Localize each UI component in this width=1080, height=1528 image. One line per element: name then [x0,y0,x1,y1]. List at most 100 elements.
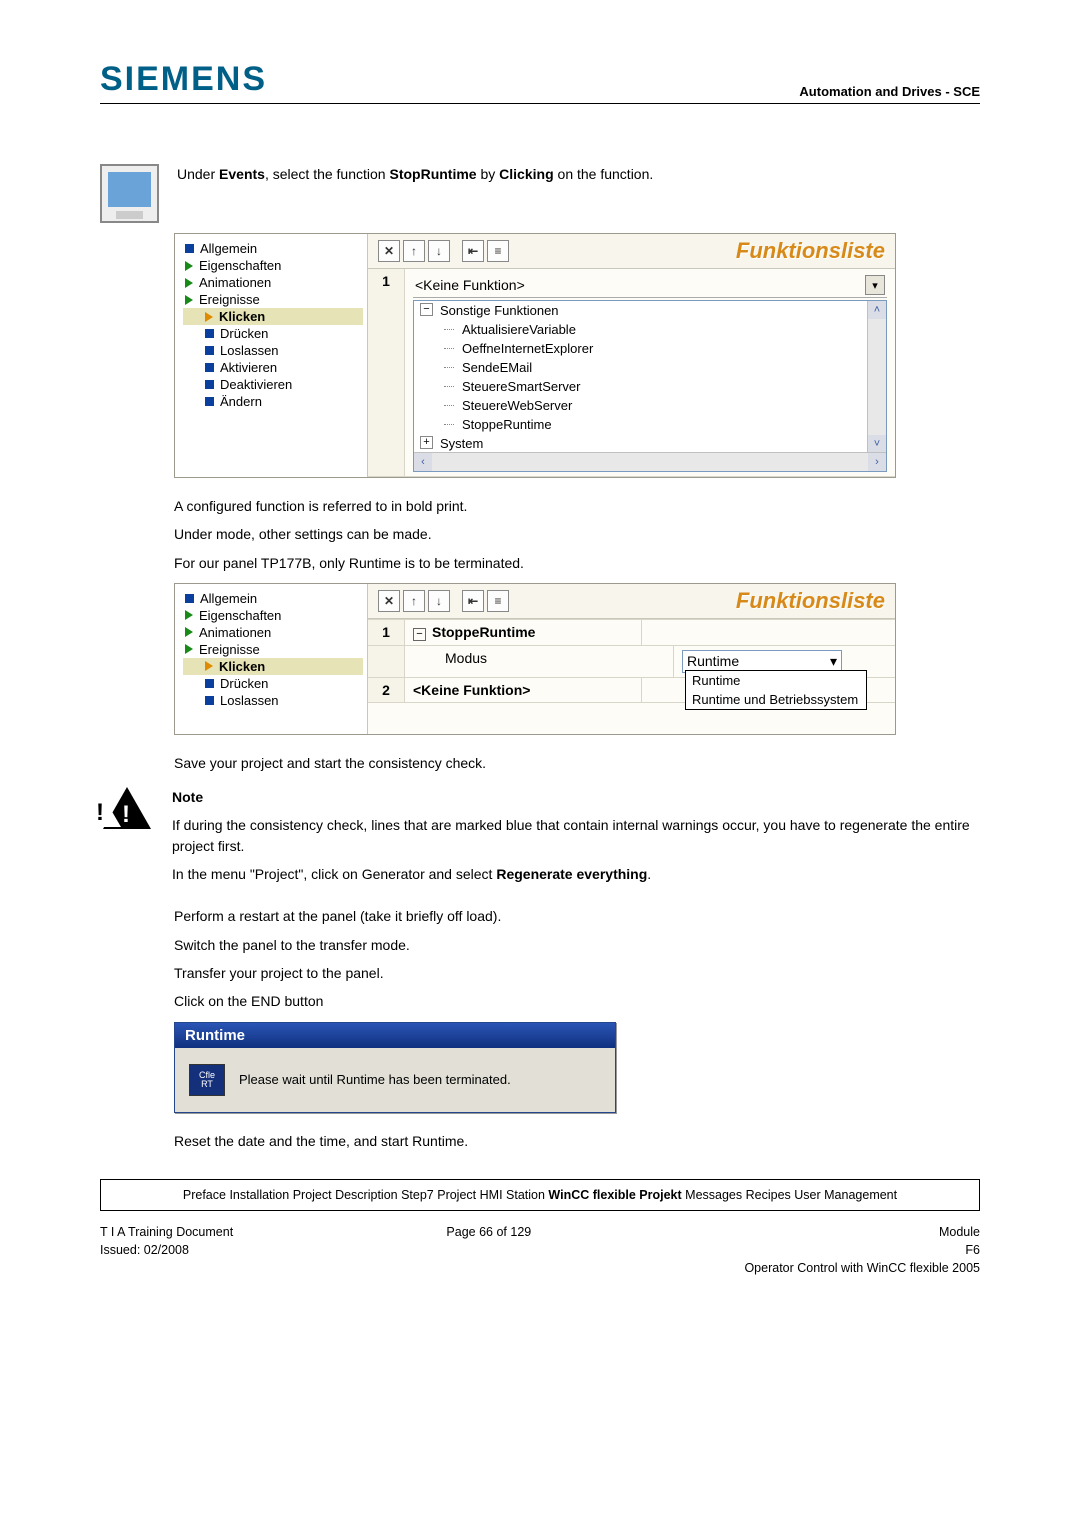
list-item-stopperuntime[interactable]: StoppeRuntime [414,415,868,434]
list-item-oeffne[interactable]: OeffneInternetExplorer [414,339,868,358]
nav-wincc-current[interactable]: WinCC flexible Projekt [548,1188,681,1202]
reset-line: Reset the date and the time, and start R… [174,1131,980,1151]
list-group-system[interactable]: System [414,434,868,453]
function-grid: 1 −StoppeRuntime Modus Runtime ▾ Runtime [368,619,895,703]
nav-step7[interactable]: Step7 Project [401,1188,476,1202]
list-item-webserver[interactable]: SteuereWebServer [414,396,868,415]
triangle-icon [185,278,193,288]
note-text: Note If during the consistency check, li… [172,787,980,892]
row-param-value: Runtime ▾ Runtime Runtime und Betriebssy… [674,646,895,677]
horizontal-scrollbar[interactable]: ‹ › [414,452,886,471]
tree-item-eigenschaften[interactable]: Eigenschaften [183,607,363,624]
toolbar-close-icon[interactable]: ✕ [378,240,400,262]
square-bullet-icon [205,329,214,338]
list-item-smartserver[interactable]: SteuereSmartServer [414,377,868,396]
step-3: Transfer your project to the panel. [174,963,980,983]
step-4: Click on the END button [174,991,980,1011]
toolbar-indent-icon[interactable]: ≡ [487,590,509,612]
nav-user-management[interactable]: User Management [794,1188,897,1202]
triangle-icon [185,610,193,620]
toolbar-indent-icon[interactable]: ≡ [487,240,509,262]
tree-item-allgemein[interactable]: Allgemein [183,240,363,257]
tree-item-animationen[interactable]: Animationen [183,274,363,291]
scroll-right-icon[interactable]: › [868,453,886,471]
square-bullet-icon [185,244,194,253]
toolbar-down-icon[interactable]: ↓ [428,240,450,262]
text-bold: StopRuntime [389,166,476,182]
scroll-up-icon[interactable]: ˄ [868,301,886,319]
tree-item-ereignisse[interactable]: Ereignisse [183,641,363,658]
row-number: 2 [368,678,405,702]
toolbar-outdent-icon[interactable]: ⇤ [462,590,484,612]
list-item-aktualisiere[interactable]: AktualisiereVariable [414,320,868,339]
grid-row-1: 1 −StoppeRuntime [368,620,895,646]
dropdown-option-runtime-os[interactable]: Runtime und Betriebssystem [686,690,866,709]
tree-item-druecken[interactable]: Drücken [183,675,363,692]
toolbar-outdent-icon[interactable]: ⇤ [462,240,484,262]
panel-title: Funktionsliste [736,588,885,614]
text-bold: Regenerate everything [496,866,647,882]
chevron-down-icon[interactable]: ▾ [830,653,837,670]
vertical-scrollbar[interactable]: ˄ ˅ [867,301,886,453]
nav-recipes[interactable]: Recipes [746,1188,791,1202]
scroll-down-icon[interactable]: ˅ [868,435,886,453]
runtime-app-icon: Cfle RT [189,1064,225,1096]
text: In the menu "Project", click on Generato… [172,866,496,882]
tree-item-aendern[interactable]: Ändern [183,393,363,410]
step-2: Switch the panel to the transfer mode. [174,935,980,955]
triangle-icon [185,261,193,271]
function-toolbar: ✕ ↑ ↓ ⇤ ≡ Funktionsliste [368,234,895,269]
nav-messages[interactable]: Messages [685,1188,742,1202]
chevron-down-icon[interactable]: ▾ [865,275,885,295]
dropdown-option-runtime[interactable]: Runtime [686,671,866,690]
tree-item-animationen[interactable]: Animationen [183,624,363,641]
label: Ereignisse [199,642,260,657]
tree-item-loslassen[interactable]: Loslassen [183,342,363,359]
function-dropdown[interactable]: <Keine Funktion> ▾ [413,273,887,298]
row-param-label: Modus [405,646,674,677]
text-bold: Events [219,166,265,182]
nav-project-description[interactable]: Project Description [293,1188,398,1202]
tree-item-loslassen[interactable]: Loslassen [183,692,363,709]
spacer [453,240,459,262]
toolbar-down-icon[interactable]: ↓ [428,590,450,612]
footer-left: T I A Training Document Issued: 02/2008 [100,1225,233,1275]
row-label: <Keine Funktion> [405,678,642,702]
tree-item-klicken[interactable]: Klicken [183,308,363,325]
function-toolbar: ✕ ↑ ↓ ⇤ ≡ Funktionsliste [368,584,895,619]
nav-installation[interactable]: Installation [229,1188,289,1202]
label: Eigenschaften [199,608,281,623]
mid-paragraphs: A configured function is referred to in … [174,496,980,573]
tree-item-ereignisse[interactable]: Ereignisse [183,291,363,308]
tree-item-klicken[interactable]: Klicken [183,658,363,675]
collapse-icon[interactable]: − [413,628,426,641]
toolbar-up-icon[interactable]: ↑ [403,240,425,262]
toolbar-close-icon[interactable]: ✕ [378,590,400,612]
label: Allgemein [200,591,257,606]
footer-doc-title: T I A Training Document [100,1225,233,1239]
nav-preface[interactable]: Preface [183,1188,226,1202]
label: Drücken [220,676,268,691]
save-line: Save your project and start the consiste… [174,753,980,773]
list-item-sendemail[interactable]: SendeEMail [414,358,868,377]
tree-item-druecken[interactable]: Drücken [183,325,363,342]
monitor-icon [100,164,159,223]
label: Deaktivieren [220,377,292,392]
list-group-sonstige[interactable]: Sonstige Funktionen [414,301,868,320]
tree-item-aktivieren[interactable]: Aktivieren [183,359,363,376]
toolbar-buttons: ✕ ↑ ↓ ⇤ ≡ [378,590,509,612]
nav-hmi[interactable]: HMI Station [480,1188,545,1202]
toolbar-up-icon[interactable]: ↑ [403,590,425,612]
text: Under [177,166,219,182]
label: Aktivieren [220,360,277,375]
tree-item-allgemein[interactable]: Allgemein [183,590,363,607]
grid-row-modus: Modus Runtime ▾ Runtime Runtime und Betr… [368,646,895,678]
note-heading: Note [172,787,980,807]
tree-item-eigenschaften[interactable]: Eigenschaften [183,257,363,274]
tree-item-deaktivieren[interactable]: Deaktivieren [183,376,363,393]
triangle-icon [185,644,193,654]
function-row-1: 1 <Keine Funktion> ▾ Sonstige Funktionen… [368,269,895,477]
screenshot-funktionsliste-1: Allgemein Eigenschaften Animationen Erei… [174,233,896,478]
scroll-left-icon[interactable]: ‹ [414,453,432,471]
row-number-empty [368,646,405,677]
